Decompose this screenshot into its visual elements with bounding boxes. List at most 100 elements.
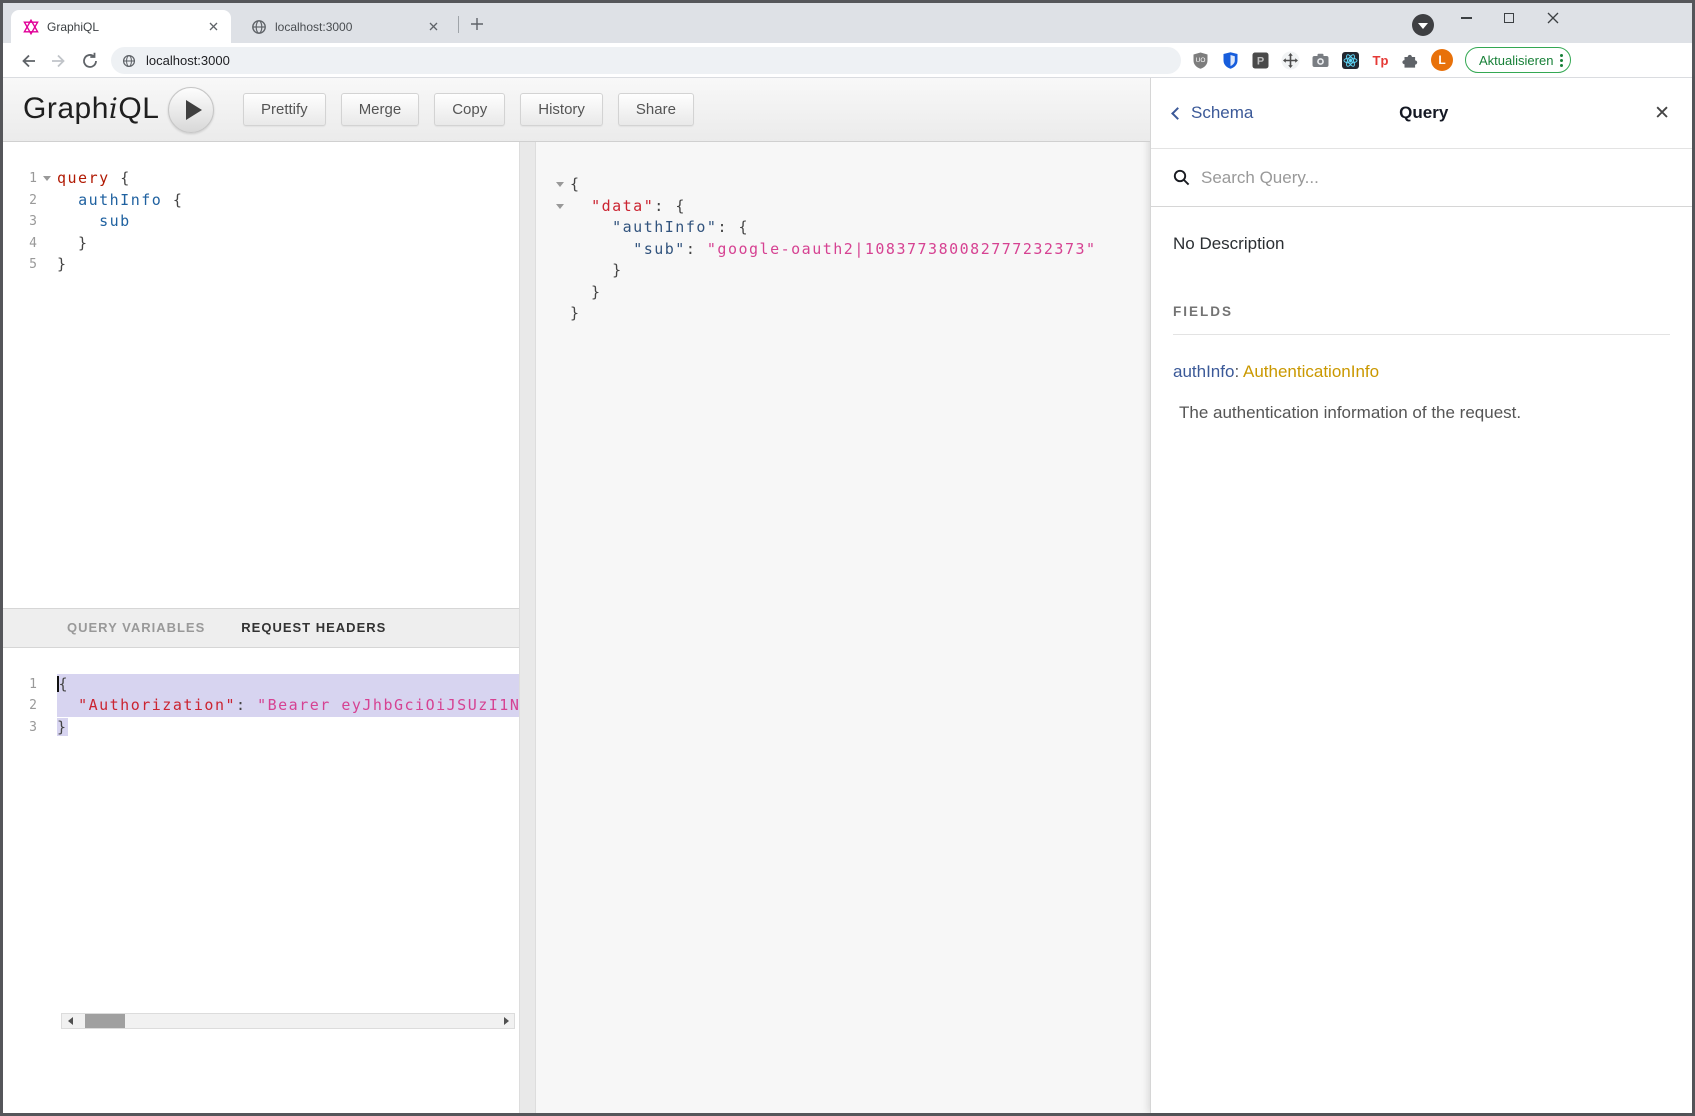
field-type-link[interactable]: AuthenticationInfo	[1243, 362, 1379, 381]
tab-close-icon[interactable]	[425, 19, 441, 35]
chevron-left-icon	[1171, 107, 1184, 120]
editor-line: "authInfo": {	[536, 217, 1150, 239]
forward-arrow-icon	[50, 52, 68, 70]
play-icon	[186, 100, 202, 120]
query-pane: 1query {2 authInfo {3 sub4 }5} QUERY VAR…	[3, 142, 519, 1113]
line-number: 2	[3, 190, 37, 212]
editor-line: 1query {	[3, 168, 519, 190]
scrollbar-thumb[interactable]	[85, 1014, 125, 1028]
editor-line: 4 }	[3, 233, 519, 255]
line-number: 4	[3, 233, 37, 255]
ublock-origin-icon[interactable]: UO	[1191, 51, 1210, 70]
svg-text:P: P	[1257, 55, 1264, 67]
scroll-left-button[interactable]	[62, 1014, 78, 1028]
tab-query-variables[interactable]: QUERY VARIABLES	[67, 620, 205, 635]
doc-search-row	[1151, 149, 1692, 207]
editor-line: "data": {	[536, 196, 1150, 218]
line-number: 1	[3, 674, 37, 696]
line-number	[536, 217, 550, 239]
aktualisieren-label: Aktualisieren	[1479, 53, 1553, 68]
fields-section-title: FIELDS	[1173, 304, 1670, 335]
doc-close-button[interactable]: ✕	[1654, 102, 1670, 124]
close-icon	[1547, 12, 1559, 24]
result-viewer: { "data": { "authInfo": { "sub": "google…	[536, 142, 1150, 1113]
horizontal-scrollbar[interactable]	[61, 1013, 515, 1029]
scroll-right-button[interactable]	[498, 1014, 514, 1028]
doc-search-input[interactable]	[1201, 168, 1670, 188]
maximize-button[interactable]	[1492, 3, 1526, 33]
pane-resize-handle[interactable]	[519, 142, 536, 1113]
editor-line: 2 authInfo {	[3, 190, 519, 212]
editor-line: "sub": "google-oauth2|108377380082777232…	[536, 239, 1150, 261]
browser-tabstrip: GraphiQL localhost:3000	[3, 3, 1692, 43]
tp-extension-icon[interactable]: Tp	[1371, 51, 1390, 70]
react-devtools-icon[interactable]	[1341, 51, 1360, 70]
scroll-right-icon	[504, 1017, 509, 1025]
doc-title: Query	[1193, 103, 1654, 123]
copy-button[interactable]: Copy	[434, 93, 505, 126]
graphiql-app: GraphiQL Prettify Merge Copy History Sha…	[3, 78, 1692, 1113]
prettify-button[interactable]: Prettify	[243, 93, 326, 126]
scrollbar-track[interactable]	[78, 1014, 498, 1028]
p-extension-icon[interactable]: P	[1251, 51, 1270, 70]
move-tool-icon[interactable]	[1281, 51, 1300, 70]
reload-icon	[81, 52, 99, 70]
profile-avatar[interactable]: L	[1431, 49, 1453, 71]
fold-arrow-icon[interactable]	[43, 176, 51, 181]
editor-line: 3 sub	[3, 211, 519, 233]
globe-icon	[251, 19, 267, 35]
share-button[interactable]: Share	[618, 93, 694, 126]
editor-line: 5}	[3, 254, 519, 276]
doc-explorer-panel: Schema Query ✕ No Description FIELDS aut…	[1150, 78, 1692, 1113]
line-number: 2	[3, 695, 37, 717]
line-number	[536, 303, 550, 325]
tab-graphiql[interactable]: GraphiQL	[11, 10, 231, 43]
history-button[interactable]: History	[520, 93, 603, 126]
type-description: No Description	[1173, 234, 1670, 254]
back-button[interactable]	[17, 50, 38, 71]
line-number	[536, 174, 550, 196]
editor-line: }	[536, 282, 1150, 304]
new-tab-button[interactable]	[465, 12, 489, 36]
svg-text:UO: UO	[1196, 57, 1206, 64]
tab-close-icon[interactable]	[205, 19, 221, 35]
line-number: 3	[3, 717, 37, 739]
line-number: 1	[3, 168, 37, 190]
field-description: The authentication information of the re…	[1173, 403, 1670, 423]
tab-localhost[interactable]: localhost:3000	[239, 10, 451, 43]
doc-body: No Description FIELDS authInfo: Authenti…	[1151, 207, 1692, 450]
tab-request-headers[interactable]: REQUEST HEADERS	[241, 620, 386, 635]
reload-button[interactable]	[79, 50, 100, 71]
extensions-puzzle-icon[interactable]	[1401, 51, 1420, 70]
minimize-button[interactable]	[1449, 3, 1483, 33]
editor-line: 1{	[3, 674, 519, 696]
line-number: 5	[3, 254, 37, 276]
toolbar-buttons: Prettify Merge Copy History Share	[243, 93, 694, 126]
address-bar[interactable]: localhost:3000	[111, 47, 1181, 74]
query-editor[interactable]: 1query {2 authInfo {3 sub4 }5}	[3, 142, 519, 608]
fold-arrow-icon[interactable]	[556, 182, 564, 187]
tabstrip-chevron-button[interactable]	[1412, 14, 1434, 36]
bitwarden-icon[interactable]	[1221, 51, 1240, 70]
aktualisieren-button[interactable]: Aktualisieren	[1465, 47, 1571, 73]
request-headers-editor[interactable]: 1{2 "Authorization": "Bearer eyJhbGciOiJ…	[3, 648, 519, 1114]
address-text: localhost:3000	[146, 53, 230, 68]
execute-query-button[interactable]	[168, 87, 214, 133]
editor-line: }	[536, 260, 1150, 282]
merge-button[interactable]: Merge	[341, 93, 420, 126]
close-window-button[interactable]	[1536, 3, 1570, 33]
line-number	[536, 260, 550, 282]
kebab-menu-icon[interactable]	[1560, 54, 1563, 67]
editor-line: 2 "Authorization": "Bearer eyJhbGciOiJSU…	[3, 695, 519, 717]
line-number	[536, 239, 550, 261]
scroll-left-icon	[68, 1017, 73, 1025]
tab-title: GraphiQL	[47, 20, 205, 34]
forward-button[interactable]	[48, 50, 69, 71]
graphiql-favicon	[23, 19, 39, 35]
line-number: 3	[3, 211, 37, 233]
back-arrow-icon	[19, 52, 37, 70]
camera-icon[interactable]	[1311, 51, 1330, 70]
editor-line: {	[536, 174, 1150, 196]
fold-arrow-icon[interactable]	[556, 204, 564, 209]
field-name-link[interactable]: authInfo	[1173, 362, 1234, 381]
